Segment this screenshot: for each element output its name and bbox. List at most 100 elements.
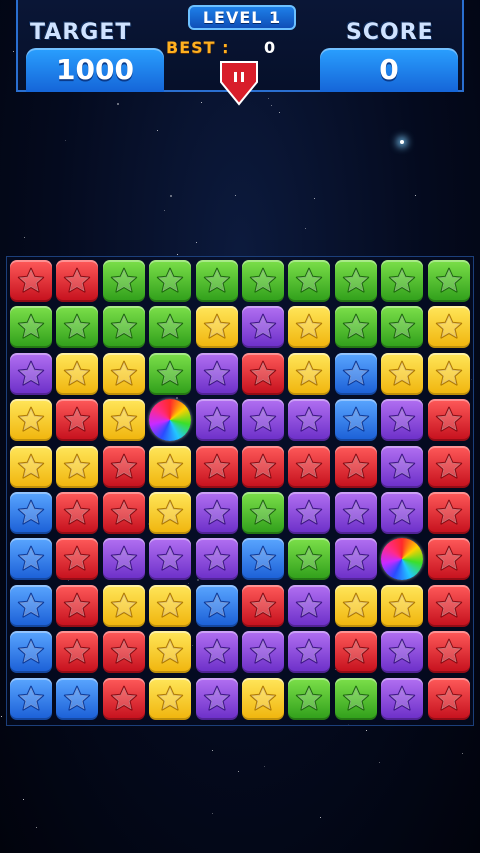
tile-yellow-star[interactable]	[149, 445, 192, 488]
tile-yellow-star[interactable]	[334, 584, 377, 627]
tile-red-star[interactable]	[56, 260, 99, 302]
tile-green-star[interactable]	[149, 306, 192, 349]
tile-green-star[interactable]	[195, 260, 238, 302]
pause-button[interactable]	[219, 60, 259, 106]
tile-yellow-star[interactable]	[102, 399, 145, 442]
tile-yellow-star[interactable]	[149, 677, 192, 720]
tile-purple-star[interactable]	[381, 492, 424, 534]
tile-red-star[interactable]	[56, 631, 99, 674]
tile-green-star[interactable]	[334, 306, 377, 349]
tile-purple-star[interactable]	[381, 445, 424, 488]
tile-blue-star[interactable]	[10, 584, 52, 627]
tile-yellow-star[interactable]	[10, 445, 52, 488]
rainbow-ball-icon[interactable]	[149, 399, 192, 442]
tile-blue-star[interactable]	[195, 584, 238, 627]
tile-yellow-star[interactable]	[102, 584, 145, 627]
tile-yellow-star[interactable]	[149, 584, 192, 627]
tile-blue-star[interactable]	[334, 399, 377, 442]
tile-purple-star[interactable]	[195, 631, 238, 674]
tile-purple-star[interactable]	[381, 399, 424, 442]
tile-purple-star[interactable]	[195, 538, 238, 581]
tile-yellow-star[interactable]	[149, 492, 192, 534]
tile-yellow-star[interactable]	[288, 306, 331, 349]
tile-red-star[interactable]	[427, 399, 470, 442]
tile-red-star[interactable]	[102, 445, 145, 488]
tile-yellow-star[interactable]	[195, 306, 238, 349]
tile-blue-star[interactable]	[10, 492, 52, 534]
tile-purple-star[interactable]	[102, 538, 145, 581]
tile-green-star[interactable]	[288, 260, 331, 302]
tile-yellow-star[interactable]	[149, 631, 192, 674]
tile-blue-star[interactable]	[334, 352, 377, 395]
tile-purple-star[interactable]	[10, 352, 52, 395]
tile-purple-star[interactable]	[288, 631, 331, 674]
tile-red-star[interactable]	[56, 538, 99, 581]
tile-green-star[interactable]	[381, 260, 424, 302]
tile-purple-star[interactable]	[195, 399, 238, 442]
tile-green-star[interactable]	[149, 260, 192, 302]
tile-blue-star[interactable]	[242, 538, 284, 581]
tile-red-star[interactable]	[56, 584, 99, 627]
tile-red-star[interactable]	[56, 492, 99, 534]
tile-yellow-star[interactable]	[10, 399, 52, 442]
tile-purple-star[interactable]	[242, 306, 284, 349]
tile-red-star[interactable]	[427, 677, 470, 720]
tile-purple-star[interactable]	[242, 399, 284, 442]
tile-red-star[interactable]	[242, 584, 284, 627]
tile-green-star[interactable]	[102, 260, 145, 302]
tile-green-star[interactable]	[10, 306, 52, 349]
tile-purple-star[interactable]	[288, 584, 331, 627]
tile-yellow-star[interactable]	[381, 584, 424, 627]
tile-purple-star[interactable]	[334, 538, 377, 581]
tile-green-star[interactable]	[381, 306, 424, 349]
tile-green-star[interactable]	[288, 538, 331, 581]
tile-red-star[interactable]	[427, 445, 470, 488]
tile-purple-star[interactable]	[288, 399, 331, 442]
tile-green-star[interactable]	[149, 352, 192, 395]
tile-purple-star[interactable]	[195, 677, 238, 720]
tile-purple-star[interactable]	[195, 352, 238, 395]
tile-green-star[interactable]	[102, 306, 145, 349]
tile-purple-star[interactable]	[381, 631, 424, 674]
tile-yellow-star[interactable]	[242, 677, 284, 720]
tile-red-star[interactable]	[242, 352, 284, 395]
tile-red-star[interactable]	[102, 677, 145, 720]
tile-yellow-star[interactable]	[427, 306, 470, 349]
tile-red-star[interactable]	[242, 445, 284, 488]
tile-purple-star[interactable]	[334, 492, 377, 534]
tile-red-star[interactable]	[427, 584, 470, 627]
tile-red-star[interactable]	[334, 445, 377, 488]
tile-blue-star[interactable]	[10, 631, 52, 674]
tile-yellow-star[interactable]	[381, 352, 424, 395]
tile-red-star[interactable]	[288, 445, 331, 488]
tile-red-star[interactable]	[56, 399, 99, 442]
tile-yellow-star[interactable]	[56, 445, 99, 488]
tile-yellow-star[interactable]	[102, 352, 145, 395]
tile-red-star[interactable]	[427, 538, 470, 581]
tile-purple-star[interactable]	[195, 492, 238, 534]
tile-yellow-star[interactable]	[56, 352, 99, 395]
tile-red-star[interactable]	[102, 631, 145, 674]
tile-green-star[interactable]	[242, 492, 284, 534]
tile-yellow-star[interactable]	[427, 352, 470, 395]
tile-red-star[interactable]	[427, 631, 470, 674]
tile-yellow-star[interactable]	[288, 352, 331, 395]
tile-purple-star[interactable]	[381, 677, 424, 720]
rainbow-ball-icon[interactable]	[381, 538, 424, 581]
tile-blue-star[interactable]	[10, 538, 52, 581]
tile-green-star[interactable]	[242, 260, 284, 302]
tile-blue-star[interactable]	[10, 677, 52, 720]
tile-green-star[interactable]	[334, 260, 377, 302]
tile-green-star[interactable]	[334, 677, 377, 720]
tile-purple-star[interactable]	[242, 631, 284, 674]
tile-red-star[interactable]	[10, 260, 52, 302]
tile-purple-star[interactable]	[288, 492, 331, 534]
tile-green-star[interactable]	[56, 306, 99, 349]
tile-purple-star[interactable]	[149, 538, 192, 581]
tile-red-star[interactable]	[195, 445, 238, 488]
tile-red-star[interactable]	[102, 492, 145, 534]
tile-blue-star[interactable]	[56, 677, 99, 720]
tile-green-star[interactable]	[427, 260, 470, 302]
tile-red-star[interactable]	[334, 631, 377, 674]
tile-green-star[interactable]	[288, 677, 331, 720]
